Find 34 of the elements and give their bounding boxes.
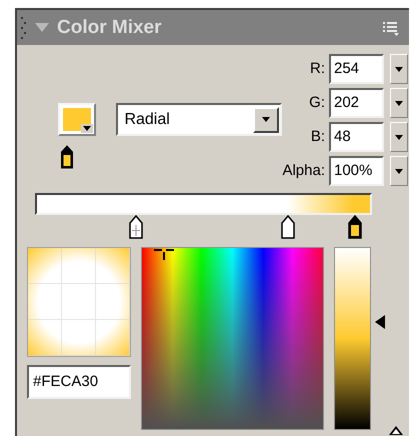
caret-icon <box>395 134 403 140</box>
crosshair-icon <box>154 248 174 260</box>
resize-triangle-icon[interactable] <box>389 426 403 435</box>
dropdown-caret-icon <box>262 117 270 122</box>
caret-icon <box>395 100 403 106</box>
channel-label: B: <box>310 126 325 147</box>
channel-label: R: <box>310 58 325 79</box>
brightness-bar[interactable] <box>334 247 371 430</box>
color-spectrum[interactable] <box>141 247 324 430</box>
channel-dropdown-button[interactable] <box>390 88 408 118</box>
channel-field[interactable]: 48 <box>329 122 384 152</box>
channel-field[interactable]: 100% <box>329 156 384 186</box>
caret-icon <box>82 126 91 131</box>
brightness-pointer-icon[interactable] <box>375 315 385 329</box>
channel-field[interactable]: 202 <box>329 88 384 118</box>
panel-title: Color Mixer <box>57 18 162 37</box>
caret-icon <box>395 168 403 174</box>
gradient-stop[interactable] <box>347 215 364 239</box>
caret-icon <box>395 66 403 72</box>
channel-label: Alpha: <box>282 160 325 181</box>
channel-field[interactable]: 254 <box>329 54 384 84</box>
channel-dropdown-button[interactable] <box>390 122 408 152</box>
grip-icon[interactable] <box>21 16 27 38</box>
hex-field[interactable]: #FECA30 <box>27 365 131 399</box>
gradient-stop[interactable] <box>280 215 296 239</box>
gradient-bar[interactable] <box>35 193 372 215</box>
fill-color-swatch[interactable] <box>58 103 96 136</box>
channel-dropdown-button[interactable] <box>390 54 408 84</box>
color-pointer-icon <box>60 145 74 169</box>
options-menu-icon[interactable] <box>383 20 399 36</box>
channel-label: G: <box>309 92 325 113</box>
channel-dropdown-button[interactable] <box>390 156 408 186</box>
fill-type-dropdown[interactable]: Radial <box>116 103 282 136</box>
gradient-stop[interactable] <box>128 215 144 239</box>
